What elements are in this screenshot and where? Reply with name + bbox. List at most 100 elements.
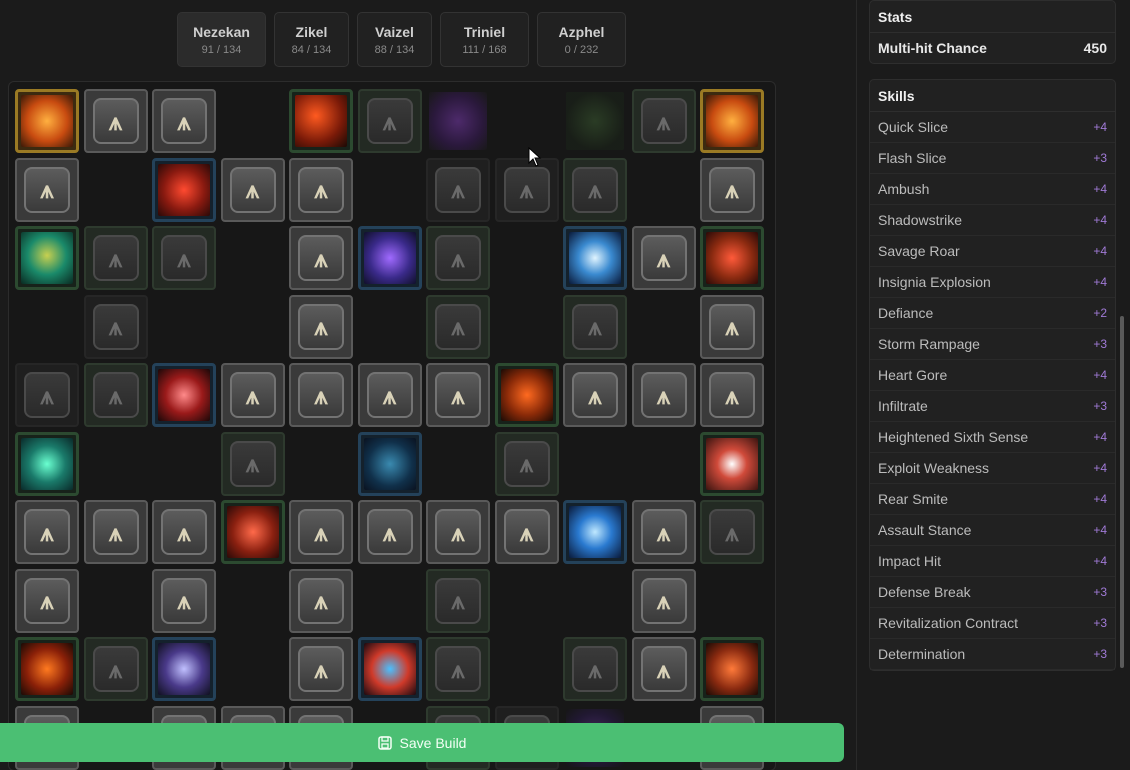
talent-node[interactable]: ⩚ xyxy=(631,568,696,633)
skill-node[interactable] xyxy=(15,431,79,496)
skill-row[interactable]: Insignia Explosion +4 xyxy=(870,267,1115,298)
talent-node[interactable]: ⩚ xyxy=(83,294,148,359)
talent-node[interactable]: ⩚ xyxy=(426,226,490,290)
talent-node[interactable]: ⩚ xyxy=(563,294,627,359)
talent-node[interactable]: ⩚ xyxy=(631,226,696,290)
skill-row[interactable]: Revitalization Contract +3 xyxy=(870,608,1115,639)
skill-node[interactable] xyxy=(700,637,764,701)
talent-node[interactable]: ⩚ xyxy=(289,568,353,633)
tab-triniel[interactable]: Triniel 111 / 168 xyxy=(440,12,529,67)
talent-node[interactable]: ⩚ xyxy=(289,500,353,564)
talent-node[interactable]: ⩚ xyxy=(563,363,627,427)
talent-node[interactable]: ⩚ xyxy=(83,500,148,564)
skill-node[interactable] xyxy=(357,431,422,496)
talent-node[interactable]: ⩚ xyxy=(357,363,422,427)
tab-vaizel[interactable]: Vaizel 88 / 134 xyxy=(357,12,432,67)
skill-row[interactable]: Exploit Weakness +4 xyxy=(870,453,1115,484)
talent-node[interactable]: ⩚ xyxy=(426,500,490,564)
skill-row[interactable]: Rear Smite +4 xyxy=(870,484,1115,515)
skill-node[interactable] xyxy=(152,363,216,427)
node-emblem-icon: ⩚ xyxy=(435,166,481,213)
talent-node[interactable]: ⩚ xyxy=(220,363,285,427)
skill-row[interactable]: Heightened Sixth Sense +4 xyxy=(870,422,1115,453)
skill-row[interactable]: Savage Roar +4 xyxy=(870,236,1115,267)
talent-node[interactable]: ⩚ xyxy=(289,157,353,222)
skill-node[interactable] xyxy=(700,226,764,290)
talent-node[interactable]: ⩚ xyxy=(289,363,353,427)
talent-node[interactable]: ⩚ xyxy=(289,226,353,290)
skill-row[interactable]: Determination +3 xyxy=(870,639,1115,670)
talent-node[interactable]: ⩚ xyxy=(152,226,216,290)
tab-zikel[interactable]: Zikel 84 / 134 xyxy=(274,12,349,67)
talent-node[interactable]: ⩚ xyxy=(83,363,148,427)
skill-row[interactable]: Shadowstrike +4 xyxy=(870,205,1115,236)
talent-node[interactable]: ⩚ xyxy=(15,157,79,222)
skill-node[interactable] xyxy=(152,157,216,222)
skill-node[interactable] xyxy=(357,226,422,290)
talent-node[interactable]: ⩚ xyxy=(357,500,422,564)
talent-node[interactable]: ⩚ xyxy=(494,431,559,496)
skill-row[interactable]: Infiltrate +3 xyxy=(870,391,1115,422)
skill-node[interactable] xyxy=(357,637,422,701)
skill-row[interactable]: Flash Slice +3 xyxy=(870,143,1115,174)
skill-node[interactable] xyxy=(152,637,216,701)
talent-node[interactable]: ⩚ xyxy=(700,294,764,359)
talent-node[interactable]: ⩚ xyxy=(152,89,216,153)
skill-node[interactable] xyxy=(700,89,764,153)
talent-node[interactable]: ⩚ xyxy=(83,637,148,701)
talent-node[interactable]: ⩚ xyxy=(289,294,353,359)
tab-nezekan[interactable]: Nezekan 91 / 134 xyxy=(177,12,266,67)
talent-node[interactable]: ⩚ xyxy=(426,294,490,359)
talent-node[interactable]: ⩚ xyxy=(631,637,696,701)
talent-node[interactable]: ⩚ xyxy=(220,157,285,222)
skill-node[interactable] xyxy=(563,500,627,564)
skill-node[interactable] xyxy=(426,89,490,153)
skill-row[interactable]: Heart Gore +4 xyxy=(870,360,1115,391)
save-build-button[interactable]: Save Build xyxy=(0,723,844,762)
skill-node[interactable] xyxy=(15,637,79,701)
skill-node[interactable] xyxy=(220,500,285,564)
talent-node[interactable]: ⩚ xyxy=(700,363,764,427)
talent-node[interactable]: ⩚ xyxy=(15,363,79,427)
talent-node[interactable]: ⩚ xyxy=(357,89,422,153)
skill-row[interactable]: Storm Rampage +3 xyxy=(870,329,1115,360)
tab-azphel[interactable]: Azphel 0 / 232 xyxy=(537,12,626,67)
talent-node[interactable]: ⩚ xyxy=(631,500,696,564)
talent-node[interactable]: ⩚ xyxy=(631,363,696,427)
talent-node[interactable]: ⩚ xyxy=(426,637,490,701)
skill-node[interactable] xyxy=(289,89,353,153)
talent-node[interactable]: ⩚ xyxy=(15,568,79,633)
skill-row[interactable]: Defiance +2 xyxy=(870,298,1115,329)
talent-node[interactable]: ⩚ xyxy=(83,89,148,153)
talent-node[interactable]: ⩚ xyxy=(700,157,764,222)
skill-row[interactable]: Impact Hit +4 xyxy=(870,546,1115,577)
talent-node[interactable]: ⩚ xyxy=(15,500,79,564)
talent-node[interactable]: ⩚ xyxy=(426,568,490,633)
skill-node[interactable] xyxy=(494,363,559,427)
talent-node[interactable]: ⩚ xyxy=(426,157,490,222)
skill-art-icon xyxy=(295,95,347,147)
skill-row[interactable]: Quick Slice +4 xyxy=(870,112,1115,143)
talent-node[interactable]: ⩚ xyxy=(83,226,148,290)
talent-node[interactable]: ⩚ xyxy=(700,500,764,564)
skill-row[interactable]: Defense Break +3 xyxy=(870,577,1115,608)
talent-node[interactable]: ⩚ xyxy=(494,500,559,564)
skills-scrollbar[interactable] xyxy=(1120,316,1124,668)
skill-art-icon xyxy=(226,506,279,558)
skill-node[interactable] xyxy=(15,89,79,153)
talent-node[interactable]: ⩚ xyxy=(563,637,627,701)
skill-node[interactable] xyxy=(15,226,79,290)
skill-node[interactable] xyxy=(563,89,627,153)
talent-node[interactable]: ⩚ xyxy=(152,500,216,564)
skill-node[interactable] xyxy=(700,431,764,496)
skill-row[interactable]: Ambush +4 xyxy=(870,174,1115,205)
talent-node[interactable]: ⩚ xyxy=(631,89,696,153)
talent-node[interactable]: ⩚ xyxy=(289,637,353,701)
talent-node[interactable]: ⩚ xyxy=(152,568,216,633)
talent-node[interactable]: ⩚ xyxy=(426,363,490,427)
talent-node[interactable]: ⩚ xyxy=(494,157,559,222)
talent-node[interactable]: ⩚ xyxy=(220,431,285,496)
skill-row[interactable]: Assault Stance +4 xyxy=(870,515,1115,546)
skill-node[interactable] xyxy=(563,226,627,290)
talent-node[interactable]: ⩚ xyxy=(563,157,627,222)
